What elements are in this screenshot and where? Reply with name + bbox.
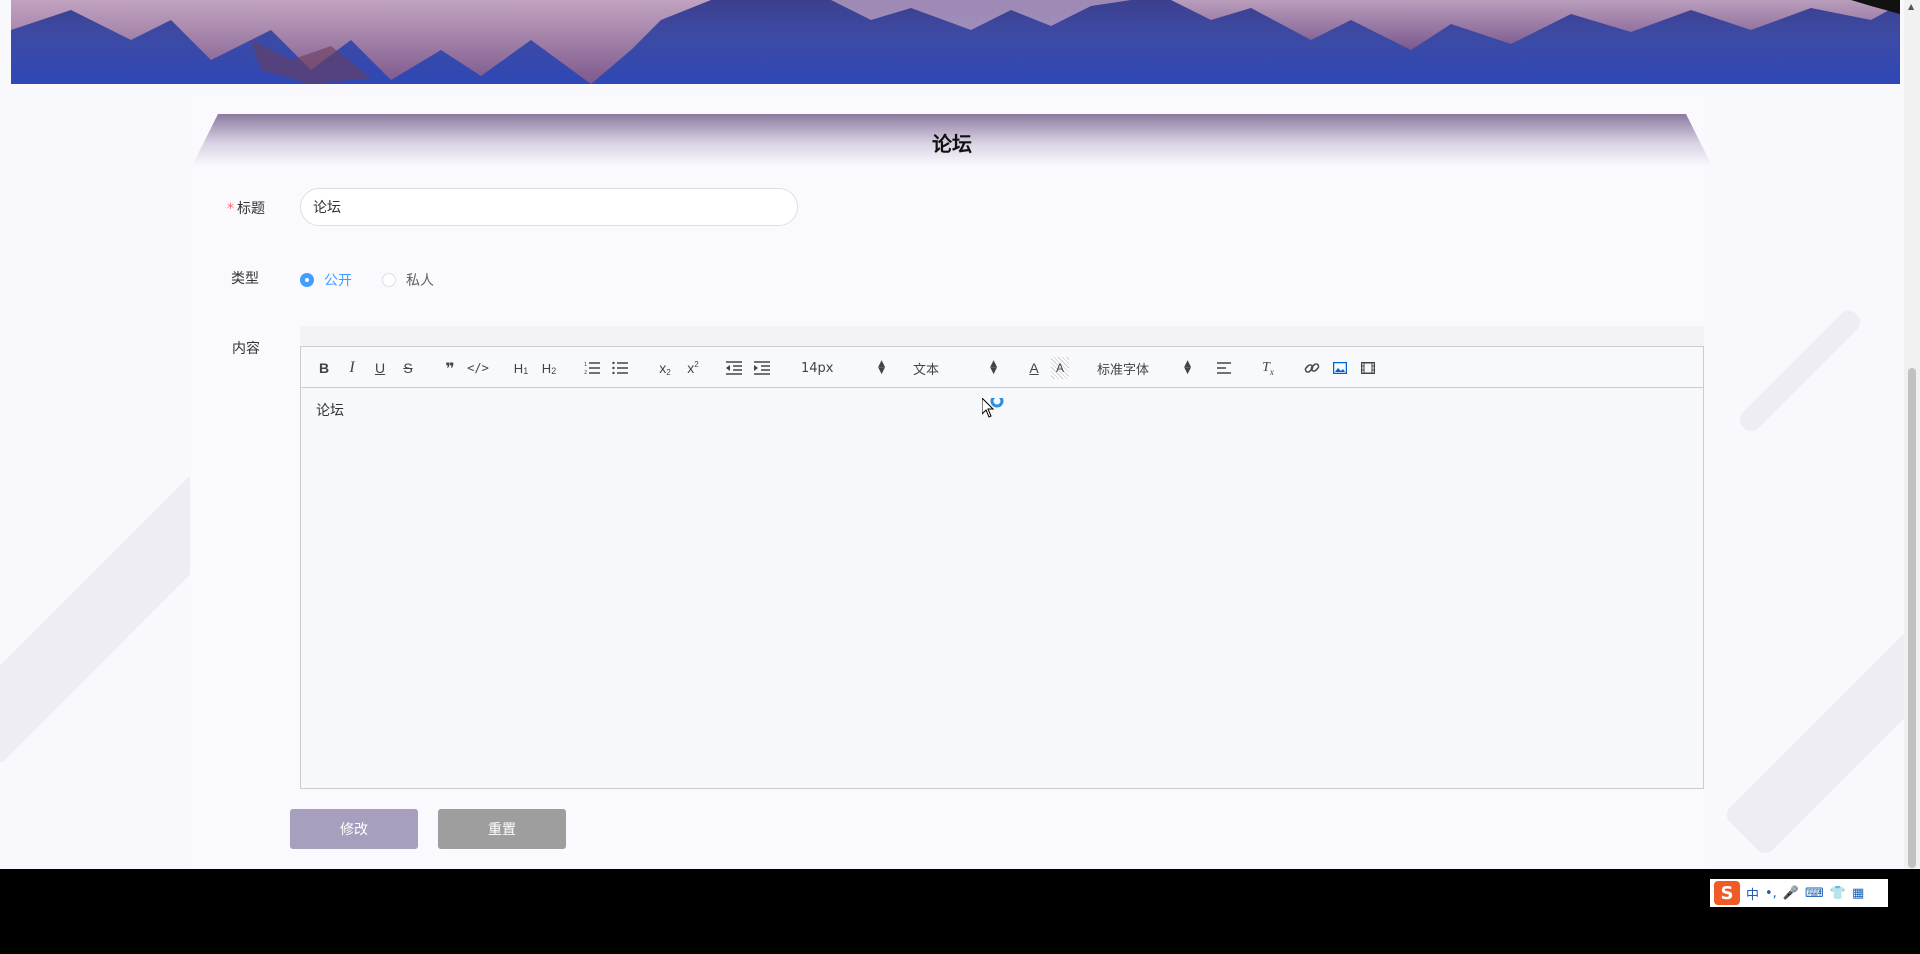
page-title: 论坛	[932, 132, 972, 156]
font-size-select[interactable]: 14px ▲ ▼	[801, 357, 885, 379]
select-arrows-icon: ▲ ▼	[878, 359, 885, 376]
strike-icon[interactable]: S	[399, 357, 417, 379]
editor-toolbar: B I U S ❞ </> H1 H2 12 x2 x2 14px ▲ ▼ 文本 …	[300, 346, 1704, 388]
radio-private[interactable]: 私人	[382, 270, 434, 290]
select-arrows-icon: ▲ ▼	[1184, 359, 1191, 376]
reset-button[interactable]: 重置	[438, 809, 566, 849]
h1-icon[interactable]: H1	[511, 357, 531, 379]
toolbox-grid-icon[interactable]: ▦	[1852, 886, 1864, 901]
type-label: 类型	[231, 271, 259, 287]
blockquote-icon[interactable]: ❞	[441, 357, 459, 379]
taskbar	[0, 869, 1920, 954]
header-select-value: 文本	[913, 362, 940, 378]
italic-icon[interactable]: I	[343, 357, 361, 379]
font-family-value: 标准字体	[1097, 362, 1150, 378]
svg-text:1: 1	[584, 362, 587, 368]
h2-icon[interactable]: H2	[539, 357, 559, 379]
scroll-up-icon[interactable]: ▲	[1908, 2, 1914, 11]
mouse-cursor-icon	[981, 394, 1006, 426]
bullet-list-icon[interactable]	[611, 357, 629, 379]
clean-format-icon[interactable]: Tx	[1259, 357, 1277, 379]
page-title-bar: 论坛	[192, 114, 1712, 166]
page-scrollbar[interactable]: ▲	[1904, 0, 1920, 869]
microphone-icon[interactable]: 🎤	[1783, 886, 1799, 901]
mountain-reflection-image	[11, 0, 1900, 84]
skin-shirt-icon[interactable]: 👕	[1830, 886, 1846, 901]
radio-public-label: 公开	[324, 273, 352, 289]
ordered-list-icon[interactable]: 12	[583, 357, 601, 379]
header-banner-image	[11, 0, 1900, 84]
title-input[interactable]	[300, 188, 798, 226]
code-block-icon[interactable]: </>	[467, 357, 489, 379]
keyboard-icon[interactable]: ⌨	[1805, 886, 1824, 901]
required-mark: *	[227, 201, 234, 217]
scrollbar-thumb[interactable]	[1908, 368, 1916, 868]
align-icon[interactable]	[1215, 357, 1233, 379]
title-label: * 标题	[185, 198, 265, 218]
editor-top-strip	[300, 326, 1704, 346]
outdent-icon[interactable]	[725, 357, 743, 379]
font-size-value: 14px	[801, 360, 834, 376]
indent-icon[interactable]	[753, 357, 771, 379]
background-stripe	[1735, 306, 1865, 436]
ime-toolbar: S 中 •, 🎤 ⌨ 👕 ▦	[1710, 879, 1888, 907]
content-label: 内容	[232, 341, 260, 357]
font-family-select[interactable]: 标准字体 ▲ ▼	[1097, 357, 1191, 379]
background-stripe	[1722, 602, 1920, 858]
sogou-logo-icon[interactable]: S	[1714, 881, 1740, 905]
select-arrows-icon: ▲ ▼	[990, 359, 997, 376]
video-icon[interactable]	[1359, 357, 1377, 379]
link-icon[interactable]	[1303, 357, 1321, 379]
font-color-icon[interactable]: A	[1025, 357, 1043, 379]
content-text: 论坛	[316, 403, 344, 419]
underline-icon[interactable]: U	[371, 357, 389, 379]
subscript-icon[interactable]: x2	[655, 357, 675, 379]
punctuation-toggle[interactable]: •,	[1765, 886, 1777, 901]
radio-private-label: 私人	[406, 273, 434, 289]
background-color-icon[interactable]: A	[1051, 357, 1069, 379]
content-editor[interactable]: 论坛	[300, 388, 1704, 789]
image-icon[interactable]	[1331, 357, 1349, 379]
radio-checked-icon	[300, 273, 314, 287]
radio-public[interactable]: 公开	[300, 270, 352, 290]
bold-icon[interactable]: B	[315, 357, 333, 379]
ime-mode-toggle[interactable]: 中	[1746, 884, 1759, 903]
radio-unchecked-icon	[382, 273, 396, 287]
superscript-icon[interactable]: x2	[683, 357, 703, 379]
svg-text:2: 2	[584, 370, 587, 375]
header-select[interactable]: 文本 ▲ ▼	[913, 357, 997, 379]
submit-button[interactable]: 修改	[290, 809, 418, 849]
title-label-text: 标题	[237, 201, 265, 217]
